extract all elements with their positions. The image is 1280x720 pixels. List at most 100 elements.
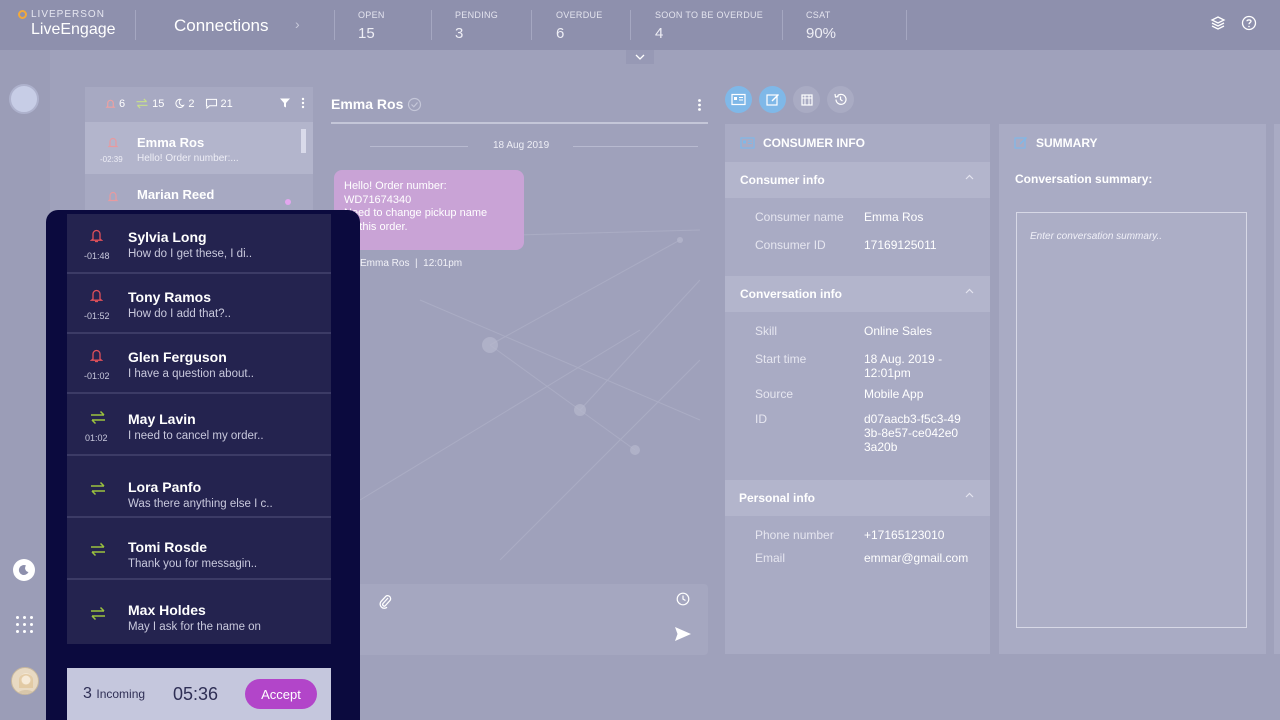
- widgets-tab[interactable]: [793, 86, 820, 113]
- filter-icon[interactable]: [279, 97, 291, 109]
- consumer-info-panel: CONSUMER INFO Consumer info Consumer nam…: [725, 124, 990, 654]
- chevron-right-icon[interactable]: ›: [295, 16, 300, 32]
- chevron-up-icon: [965, 492, 974, 498]
- building-icon: [800, 93, 813, 106]
- avatar-image: [17, 673, 35, 694]
- away-status-button[interactable]: [13, 559, 35, 581]
- alert-counter[interactable]: 6: [105, 98, 125, 110]
- consumer-message[interactable]: Hello! Order number: WD71674340 Need to …: [334, 170, 524, 250]
- summary-input[interactable]: Enter conversation summary..: [1016, 212, 1247, 628]
- send-icon[interactable]: [674, 626, 692, 642]
- list-menu-icon[interactable]: [301, 97, 305, 109]
- bell-icon: [90, 289, 103, 303]
- field-value: d07aacb3-f5c3-493b-8e57-ce042e03a20b: [864, 412, 961, 454]
- clock-icon[interactable]: [676, 592, 690, 606]
- divider: [630, 10, 631, 40]
- field-value: 18 Aug. 2019 - 12:01pm: [864, 352, 943, 380]
- consumer-info-tab[interactable]: [725, 86, 752, 113]
- stat-csat[interactable]: CSAT 90%: [806, 10, 836, 42]
- field-label: ID: [755, 412, 767, 426]
- field-label: Skill: [755, 324, 778, 338]
- incoming-item[interactable]: Max Holdes May I ask for the name on: [67, 582, 331, 642]
- brand-logo-icon: [18, 10, 27, 19]
- incoming-item[interactable]: Tomi Rosde Thank you for messagin..: [67, 520, 331, 580]
- incoming-item[interactable]: 01:02 May Lavin I need to cancel my orde…: [67, 396, 331, 456]
- field-label: Start time: [755, 352, 807, 366]
- field-value: +17165123010: [864, 528, 945, 542]
- brand-product: LiveEngage: [31, 21, 116, 38]
- apps-grid-icon[interactable]: [16, 616, 34, 634]
- field-label: Source: [755, 387, 794, 401]
- stat-overdue[interactable]: OVERDUE 6: [556, 10, 603, 42]
- bell-icon: [105, 99, 116, 108]
- incoming-list: -01:48 Sylvia Long How do I get these, I…: [67, 214, 331, 644]
- divider: [531, 10, 532, 40]
- message-composer[interactable]: [354, 584, 708, 655]
- divider: [331, 122, 708, 124]
- field-value: Mobile App: [864, 387, 924, 401]
- bell-icon: [107, 137, 119, 148]
- conversation-info-section-toggle[interactable]: Conversation info: [725, 276, 990, 312]
- message-meta: Emma Ros | 12:01pm: [360, 258, 463, 269]
- transfer-icon: [136, 98, 148, 109]
- chat-menu-icon[interactable]: [697, 98, 702, 112]
- chevron-down-icon: [635, 54, 645, 60]
- agent-status-indicator[interactable]: [9, 84, 39, 114]
- message-counter[interactable]: 21: [205, 98, 233, 110]
- field-value: Online Sales: [864, 324, 933, 338]
- list-scrollbar[interactable]: [301, 129, 306, 153]
- date-separator: 18 Aug 2019: [493, 140, 550, 151]
- panel-header: SUMMARY: [999, 124, 1266, 162]
- help-icon[interactable]: [1241, 15, 1257, 31]
- stat-soon-overdue[interactable]: SOON TO BE OVERDUE 4: [655, 10, 763, 42]
- layers-icon[interactable]: [1210, 15, 1226, 31]
- moon-icon: [18, 565, 29, 576]
- panel-header: CONSUMER INFO: [725, 124, 990, 162]
- transfer-icon: [91, 410, 105, 425]
- field-value: Emma Ros: [864, 210, 924, 224]
- summary-panel: SUMMARY Conversation summary: Enter conv…: [999, 124, 1266, 654]
- incoming-item[interactable]: Lora Panfo Was there anything else I c..: [67, 458, 331, 518]
- divider: [573, 146, 698, 147]
- divider: [782, 10, 783, 40]
- chevron-up-icon: [965, 288, 974, 294]
- transfer-icon: [91, 481, 105, 496]
- divider: [431, 10, 432, 40]
- consumer-info-section-toggle[interactable]: Consumer info: [725, 162, 990, 198]
- incoming-timer: 05:36: [173, 684, 219, 704]
- stat-pending[interactable]: PENDING 3: [455, 10, 498, 42]
- brand-company: LIVEPERSON: [18, 9, 105, 20]
- unread-indicator: [285, 199, 291, 205]
- divider: [370, 146, 468, 147]
- list-item[interactable]: -02:39 Emma Ros Hello! Order number:...: [85, 122, 313, 174]
- incoming-footer: 3 Incoming 05:36 Accept: [67, 668, 331, 720]
- incoming-count: 3 Incoming: [83, 685, 146, 702]
- bell-icon: [107, 191, 119, 202]
- collapse-header-button[interactable]: [626, 50, 654, 64]
- sleeping-counter[interactable]: 2: [174, 98, 195, 110]
- accept-button[interactable]: Accept: [245, 679, 317, 709]
- transfer-counter[interactable]: 15: [135, 98, 164, 110]
- bell-icon: [90, 349, 103, 363]
- summary-tab[interactable]: [759, 86, 786, 113]
- personal-info-section-toggle[interactable]: Personal info: [725, 480, 990, 516]
- divider: [334, 10, 335, 40]
- edit-icon: [765, 93, 779, 106]
- transfer-icon: [91, 606, 105, 621]
- field-label: Email: [755, 551, 786, 565]
- field-value: 17169125011: [864, 238, 937, 252]
- edit-icon: [1014, 137, 1027, 149]
- incoming-item[interactable]: -01:52 Tony Ramos How do I add that?..: [67, 274, 331, 334]
- next-panel-edge: [1274, 124, 1280, 654]
- stat-open[interactable]: OPEN 15: [358, 10, 385, 42]
- field-label: Phone number: [755, 528, 834, 542]
- divider: [135, 10, 136, 40]
- field-value: emmar@gmail.com: [864, 551, 969, 565]
- incoming-item[interactable]: -01:02 Glen Ferguson I have a question a…: [67, 334, 331, 394]
- user-avatar[interactable]: [11, 667, 39, 695]
- history-tab[interactable]: [827, 86, 854, 113]
- page-title[interactable]: Connections: [174, 16, 269, 36]
- incoming-conversations-panel: -01:48 Sylvia Long How do I get these, I…: [46, 210, 360, 720]
- paperclip-icon[interactable]: [378, 593, 392, 609]
- incoming-item[interactable]: -01:48 Sylvia Long How do I get these, I…: [67, 214, 331, 274]
